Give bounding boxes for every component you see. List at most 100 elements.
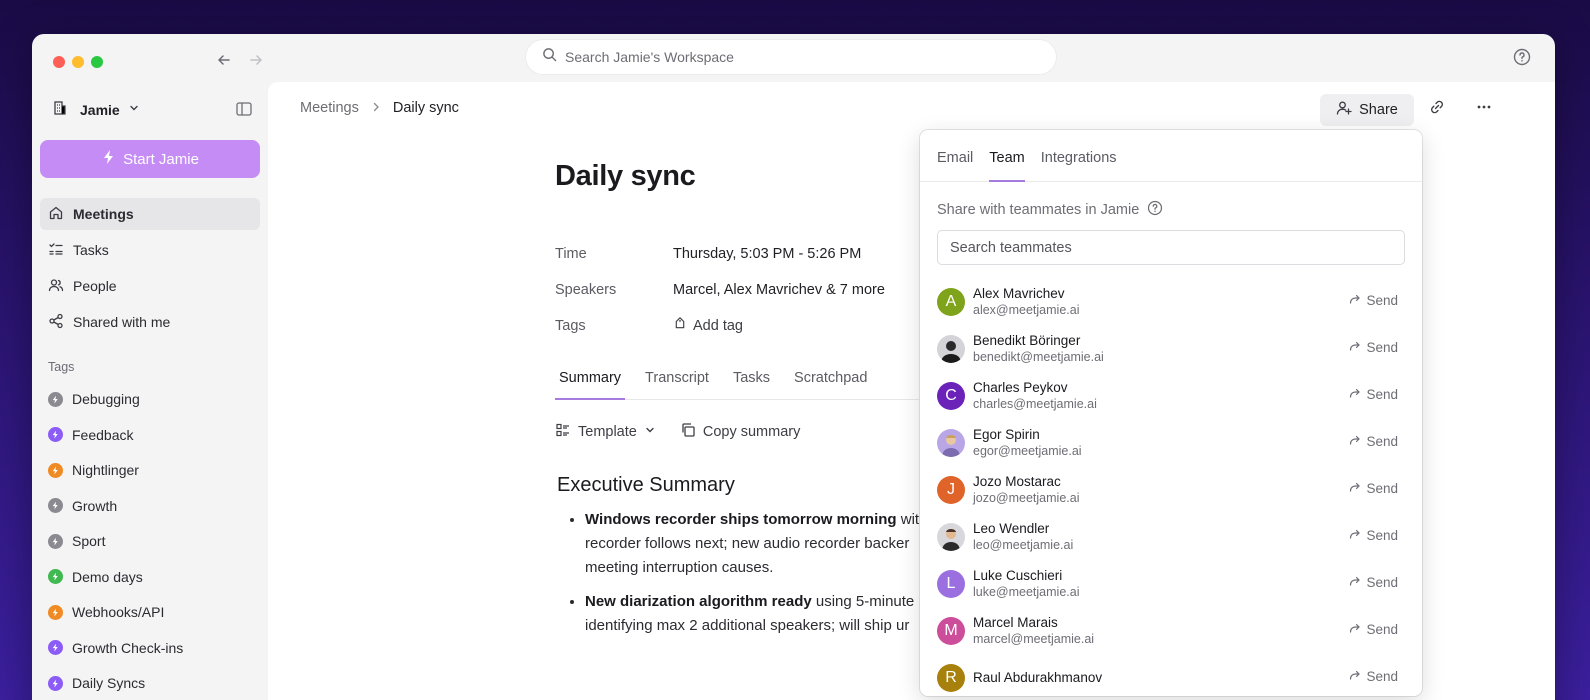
teammate-list: A Alex Mavrichev alex@meetjamie.ai Send B… <box>920 278 1422 696</box>
building-icon <box>52 100 68 121</box>
send-button[interactable]: Send <box>1349 669 1398 684</box>
send-label: Send <box>1366 669 1398 684</box>
tab-team[interactable]: Team <box>989 130 1025 182</box>
close-window-button[interactable] <box>53 56 65 68</box>
table-row: J Jozo Mostarac jozo@meetjamie.ai Send <box>920 466 1422 513</box>
tab-transcript[interactable]: Transcript <box>641 366 713 400</box>
member-name: Charles Peykov <box>973 379 1068 395</box>
lightning-icon <box>48 675 63 691</box>
meta-time-value[interactable]: Thursday, 5:03 PM - 5:26 PM <box>673 246 861 262</box>
search-teammates-input[interactable] <box>937 230 1405 265</box>
template-icon <box>555 422 571 442</box>
send-label: Send <box>1366 293 1398 308</box>
meeting-meta: Time Thursday, 5:03 PM - 5:26 PM Speaker… <box>555 236 885 344</box>
sidebar-item-meetings[interactable]: Meetings <box>40 198 260 230</box>
tab-email[interactable]: Email <box>937 130 973 182</box>
send-button[interactable]: Send <box>1349 575 1398 590</box>
avatar: M <box>937 616 965 645</box>
send-button[interactable]: Send <box>1349 481 1398 496</box>
member-name: Egor Spirin <box>973 426 1040 442</box>
sidebar-item-people[interactable]: People <box>40 270 260 302</box>
share-label: Share <box>1359 102 1398 118</box>
send-label: Send <box>1366 434 1398 449</box>
send-button[interactable]: Send <box>1349 340 1398 355</box>
send-button[interactable]: Send <box>1349 387 1398 402</box>
tag-item[interactable]: Growth Check-ins <box>40 632 260 664</box>
breadcrumb: Meetings Daily sync <box>300 100 459 116</box>
more-options-icon[interactable] <box>1475 98 1497 120</box>
start-jamie-button[interactable]: Start Jamie <box>40 140 260 178</box>
tag-item[interactable]: Daily Syncs <box>40 667 260 699</box>
avatar-initial: R <box>945 668 957 686</box>
copy-icon <box>680 422 696 442</box>
tag-item[interactable]: Demo days <box>40 561 260 593</box>
meta-speakers-row: Speakers Marcel, Alex Mavrichev & 7 more <box>555 272 885 308</box>
member-name: Leo Wendler <box>973 520 1050 536</box>
share-icon <box>48 313 64 332</box>
sidebar-item-label: Meetings <box>73 206 134 222</box>
tag-label: Sport <box>72 533 106 549</box>
share-button[interactable]: Share <box>1320 94 1414 126</box>
workspace-switcher[interactable]: Jamie <box>52 100 140 120</box>
tab-tasks[interactable]: Tasks <box>729 366 774 400</box>
member-name: Raul Abdurakhmanov <box>973 670 1103 685</box>
send-button[interactable]: Send <box>1349 528 1398 543</box>
breadcrumb-current: Daily sync <box>392 100 459 116</box>
add-tag-button[interactable]: Add tag <box>673 317 743 335</box>
tag-item[interactable]: Webhooks/API <box>40 596 260 628</box>
lightning-icon <box>48 462 63 478</box>
help-icon[interactable] <box>1513 48 1533 68</box>
tab-scratchpad[interactable]: Scratchpad <box>790 366 871 400</box>
send-label: Send <box>1366 481 1398 496</box>
lightning-icon <box>48 427 63 442</box>
workspace-name: Jamie <box>80 102 120 118</box>
avatar: R <box>937 663 965 692</box>
tag-icon <box>673 317 687 335</box>
tag-item[interactable]: Growth <box>40 490 260 522</box>
workspace-search-input[interactable] <box>565 49 1005 65</box>
forward-arrow-icon[interactable] <box>244 48 268 72</box>
sidebar-item-shared[interactable]: Shared with me <box>40 306 260 338</box>
add-user-icon <box>1336 100 1352 120</box>
bullet-text: recorder follows next; new audio recorde… <box>585 535 910 552</box>
maximize-window-button[interactable] <box>91 56 103 68</box>
chevron-down-icon <box>128 101 140 119</box>
send-button[interactable]: Send <box>1349 293 1398 308</box>
send-button[interactable]: Send <box>1349 622 1398 637</box>
link-icon[interactable] <box>1428 98 1450 120</box>
sidebar-toggle-icon[interactable] <box>235 100 255 120</box>
template-button[interactable]: Template <box>555 422 656 442</box>
tab-summary[interactable]: Summary <box>555 366 626 400</box>
lightning-icon <box>48 533 63 549</box>
member-name: Luke Cuschieri <box>973 567 1063 583</box>
tasks-icon <box>48 241 64 260</box>
table-row: A Alex Mavrichev alex@meetjamie.ai Send <box>920 278 1422 325</box>
minimize-window-button[interactable] <box>72 56 84 68</box>
send-button[interactable]: Send <box>1349 434 1398 449</box>
member-email: leo@meetjamie.ai <box>973 537 1074 552</box>
meta-speakers-value[interactable]: Marcel, Alex Mavrichev & 7 more <box>673 282 885 298</box>
tag-item[interactable]: Nightlinger <box>40 454 260 486</box>
bullet-bold: New diarization algorithm ready <box>585 593 812 610</box>
table-row: R Raul Abdurakhmanov Send <box>920 654 1422 696</box>
tag-item[interactable]: Sport <box>40 525 260 557</box>
copy-summary-button[interactable]: Copy summary <box>680 422 800 442</box>
meta-time-row: Time Thursday, 5:03 PM - 5:26 PM <box>555 236 885 272</box>
back-arrow-icon[interactable] <box>212 48 236 72</box>
sidebar-item-tasks[interactable]: Tasks <box>40 234 260 266</box>
member-email: charles@meetjamie.ai <box>973 396 1097 411</box>
tab-integrations[interactable]: Integrations <box>1041 130 1117 182</box>
send-label: Send <box>1366 340 1398 355</box>
avatar-initial: L <box>946 574 956 592</box>
tag-item[interactable]: Feedback <box>40 419 260 451</box>
table-row: Benedikt Böringer benedikt@meetjamie.ai S… <box>920 325 1422 372</box>
table-row: Egor Spirin egor@meetjamie.ai Send <box>920 419 1422 466</box>
workspace-search[interactable] <box>526 40 1056 74</box>
member-email: benedikt@meetjamie.ai <box>973 349 1104 364</box>
forward-icon <box>1349 669 1361 684</box>
breadcrumb-meetings[interactable]: Meetings <box>300 100 359 116</box>
lightning-icon <box>48 498 63 513</box>
help-icon[interactable] <box>1147 200 1163 220</box>
member-name: Jozo Mostarac <box>973 473 1061 489</box>
tag-item[interactable]: Debugging <box>40 383 260 415</box>
